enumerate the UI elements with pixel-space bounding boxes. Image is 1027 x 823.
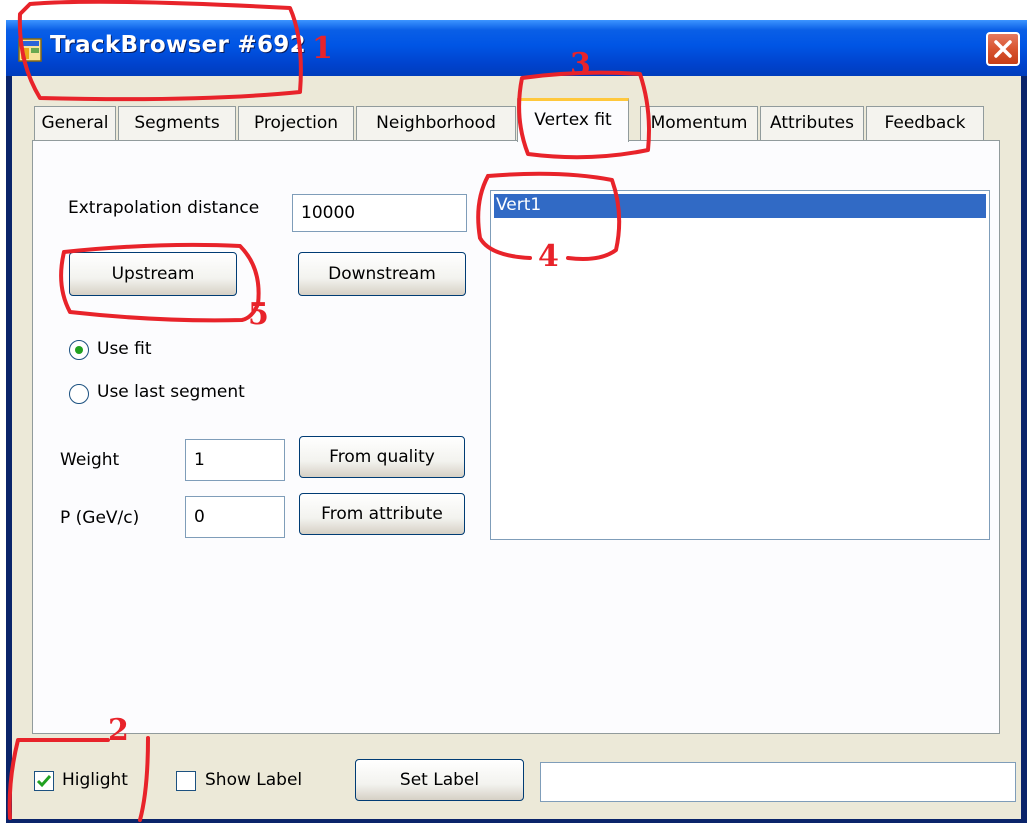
weight-label: Weight <box>60 450 120 470</box>
list-item[interactable]: Vert1 <box>494 194 986 218</box>
highlight-label: Higlight <box>62 770 128 790</box>
window-title: TrackBrowser #692 <box>50 32 306 58</box>
tab-attributes[interactable]: Attributes <box>760 106 864 140</box>
extrapolation-distance-label: Extrapolation distance <box>68 198 260 218</box>
radio-selected-dot <box>75 346 83 354</box>
tab-feedback[interactable]: Feedback <box>866 106 984 140</box>
highlight-checkbox[interactable] <box>34 771 54 791</box>
downstream-button[interactable]: Downstream <box>298 252 466 296</box>
use-last-segment-label: Use last segment <box>97 382 245 402</box>
use-fit-radio[interactable] <box>69 340 89 360</box>
tab-vertex-fit[interactable]: Vertex fit <box>517 98 629 142</box>
p-gev-label: P (GeV/c) <box>60 508 140 528</box>
use-fit-label: Use fit <box>97 339 152 359</box>
tab-neighborhood[interactable]: Neighborhood <box>356 106 516 140</box>
from-quality-button[interactable]: From quality <box>299 436 465 478</box>
use-last-segment-radio[interactable] <box>69 384 89 404</box>
vertex-listbox[interactable]: Vert1 <box>490 190 990 540</box>
tab-projection[interactable]: Projection <box>238 106 354 140</box>
checkmark-icon <box>36 775 52 788</box>
label-text-field[interactable] <box>540 762 1016 802</box>
from-attribute-button[interactable]: From attribute <box>299 493 465 535</box>
title-bar[interactable]: TrackBrowser #692 <box>6 20 1027 76</box>
app-window-icon <box>18 38 42 62</box>
weight-field[interactable]: 1 <box>185 439 285 481</box>
upstream-button[interactable]: Upstream <box>69 252 237 296</box>
show-label-label: Show Label <box>205 770 303 790</box>
set-label-button[interactable]: Set Label <box>355 759 524 801</box>
close-x-icon <box>994 40 1012 58</box>
tab-general[interactable]: General <box>34 106 116 140</box>
extrapolation-distance-field[interactable]: 10000 <box>292 194 467 232</box>
close-button[interactable] <box>986 32 1020 66</box>
show-label-checkbox[interactable] <box>176 771 196 791</box>
tab-segments[interactable]: Segments <box>118 106 236 140</box>
p-gev-field[interactable]: 0 <box>185 496 285 538</box>
tab-momentum[interactable]: Momentum <box>640 106 758 140</box>
